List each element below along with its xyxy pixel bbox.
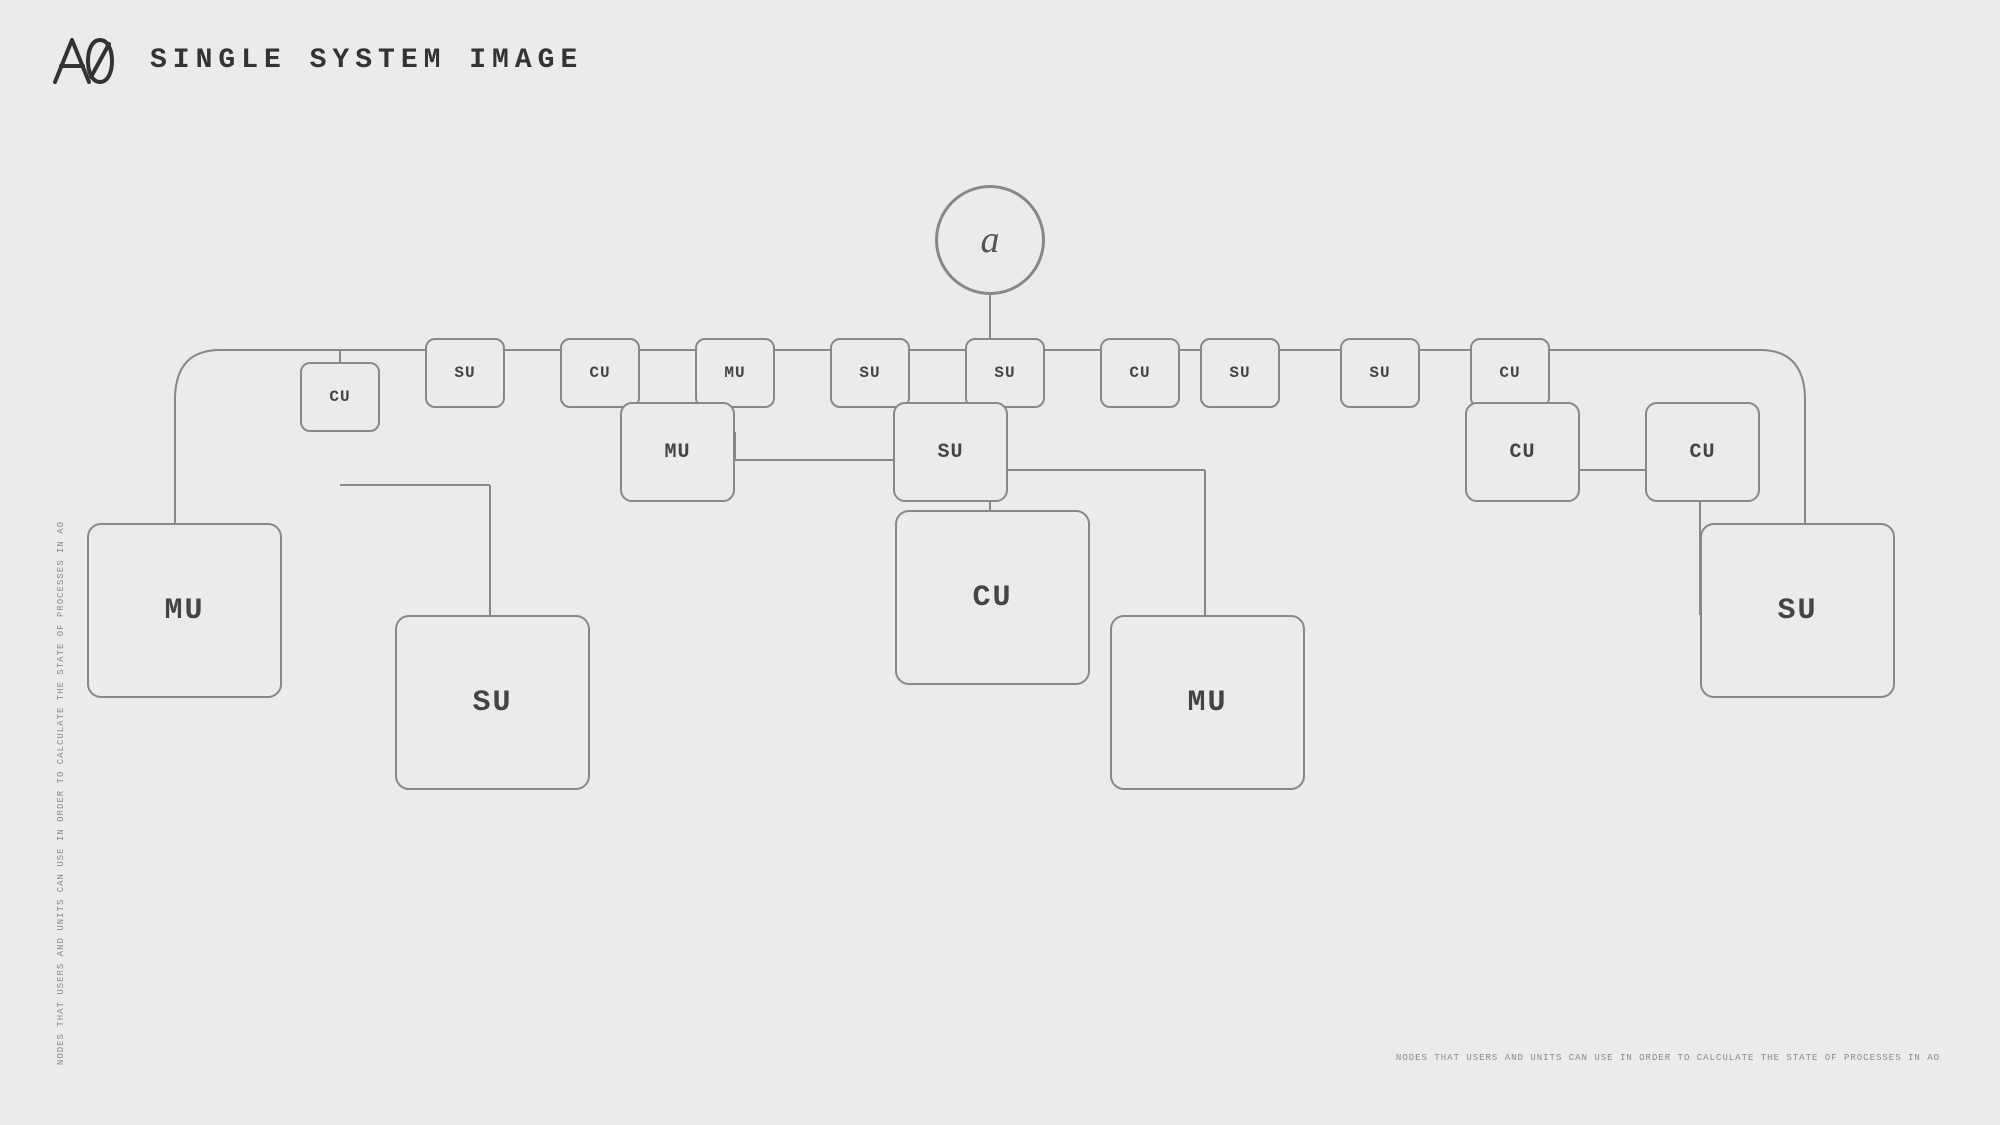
node-cu-mid1-small: CU bbox=[560, 338, 640, 408]
root-label: a bbox=[981, 218, 1000, 262]
node-su-mid4-small: SU bbox=[1200, 338, 1280, 408]
node-cu-mid4-small: CU bbox=[1100, 338, 1180, 408]
node-su-mid3-md: SU bbox=[893, 402, 1008, 502]
node-cu-center-large: CU bbox=[895, 510, 1090, 685]
node-mu-left-large: MU bbox=[87, 523, 282, 698]
footer-left-text: NODES THAT USERS AND UNITS CAN USE IN OR… bbox=[55, 521, 69, 1065]
root-node: a bbox=[935, 185, 1045, 295]
node-mu-mid-md: MU bbox=[620, 402, 735, 502]
node-cu-left-small: CU bbox=[300, 362, 380, 432]
node-su-left-small: SU bbox=[425, 338, 505, 408]
node-cu-right2-small: CU bbox=[1470, 338, 1550, 408]
node-mu-mid2-small: MU bbox=[695, 338, 775, 408]
node-cu-right-md: CU bbox=[1645, 402, 1760, 502]
footer-right-text: NODES THAT USERS AND UNITS CAN USE IN OR… bbox=[1396, 1051, 1940, 1065]
node-cu-right-of-center: CU bbox=[1465, 402, 1580, 502]
node-mu-mid3-small: SU bbox=[965, 338, 1045, 408]
node-su-left-large: SU bbox=[395, 615, 590, 790]
node-su-mid1-small: SU bbox=[830, 338, 910, 408]
diagram: a CU SU CU MU SU SU CU SU SU CU MU bbox=[0, 80, 2000, 1060]
node-mu-right-large: MU bbox=[1110, 615, 1305, 790]
page-title: SINGLE SYSTEM IMAGE bbox=[150, 45, 583, 76]
node-su-right1-small: SU bbox=[1340, 338, 1420, 408]
node-su-right-large: SU bbox=[1700, 523, 1895, 698]
